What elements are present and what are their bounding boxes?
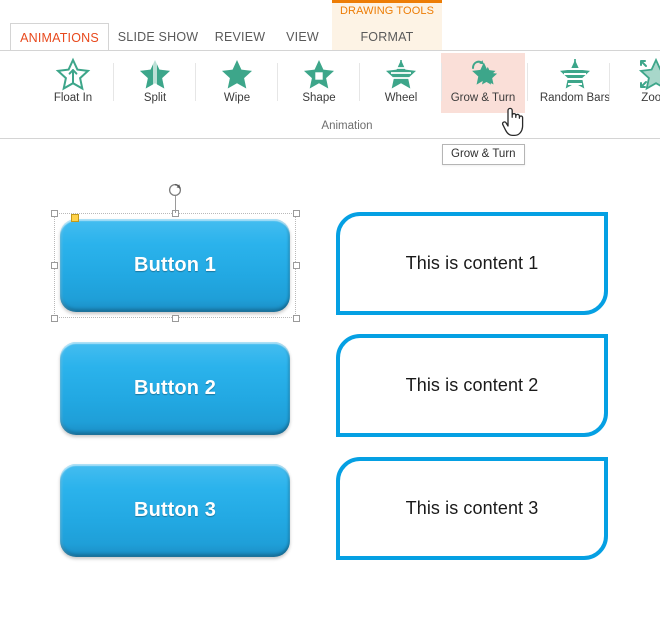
gallery-item-n[interactable]: n: [0, 53, 20, 113]
content-box-3[interactable]: This is content 3: [336, 457, 608, 560]
gallery-item-icon: [0, 53, 20, 91]
gallery-item-label: Random Bars: [539, 92, 611, 104]
content-box-label: This is content 2: [405, 375, 539, 395]
resize-handle-s[interactable]: [171, 314, 179, 322]
resize-handle-n[interactable]: [171, 209, 179, 217]
gallery-separator: [277, 63, 278, 101]
ribbon: DRAWING TOOLS ANIMATIONS SLIDE SHOW REVIEW…: [0, 0, 660, 254]
animation-effects-gallery[interactable]: n Float In Split Wipe Shape Wheel Grow & Turn R…: [0, 53, 660, 115]
resize-handle-ne[interactable]: [292, 209, 300, 217]
slide-canvas[interactable]: Button 1 Button 2 Button 3 This is content …: [0, 146, 660, 622]
gallery-separator: [441, 63, 442, 101]
resize-handle-se[interactable]: [292, 314, 300, 322]
gallery-item-label: Float In: [53, 92, 93, 104]
gallery-item-label: Zoom: [641, 92, 660, 104]
tab-label: ANIMATIONS: [20, 31, 99, 45]
content-box-2[interactable]: This is content 2: [336, 334, 608, 437]
gallery-item-shape[interactable]: Shape: [277, 53, 361, 113]
ribbon-tab-row: ANIMATIONS SLIDE SHOW REVIEW VIEW FORMAT: [0, 23, 660, 51]
gallery-item-label: Wipe: [223, 92, 251, 104]
gallery-item-grow-turn[interactable]: Grow & Turn: [441, 53, 525, 113]
slide-shape-button-2[interactable]: Button 2: [60, 342, 290, 435]
slide-shape-button-1[interactable]: Button 1: [60, 219, 290, 312]
gallery-separator: [359, 63, 360, 101]
gallery-item-split[interactable]: Split: [113, 53, 197, 113]
gallery-item-icon: [441, 53, 525, 91]
gallery-tooltip: Grow & Turn: [442, 144, 525, 165]
star-random-bars-icon: [560, 58, 590, 88]
gallery-item-icon: [533, 53, 617, 91]
contextual-tab-title: DRAWING TOOLS: [340, 5, 434, 17]
tab-animations[interactable]: ANIMATIONS: [10, 23, 109, 51]
gallery-separator: [195, 63, 196, 101]
gallery-item-zoom[interactable]: Zoom: [614, 53, 660, 113]
gallery-item-wipe[interactable]: Wipe: [195, 53, 279, 113]
gallery-item-icon: [31, 53, 115, 91]
contextual-tab-accent-bar: [332, 0, 442, 3]
tab-row-underline: [0, 50, 660, 51]
gallery-separator: [113, 63, 114, 101]
gallery-item-icon: [359, 53, 443, 91]
star-shape-icon: [304, 59, 334, 88]
resize-handle-nw[interactable]: [50, 209, 58, 217]
star-wheel-icon: [386, 59, 416, 88]
tab-label: REVIEW: [214, 30, 266, 44]
tab-review[interactable]: REVIEW: [207, 23, 273, 51]
slide-shape-label: Button 1: [134, 254, 216, 276]
gallery-item-label: Grow & Turn: [450, 92, 516, 104]
gallery-item-label: Split: [143, 92, 167, 104]
tab-label: VIEW: [286, 30, 319, 44]
slide-shape-label: Button 2: [134, 377, 216, 399]
star-wipe-icon: [222, 59, 252, 88]
gallery-item-icon: [113, 53, 197, 91]
content-box-label: This is content 1: [405, 253, 539, 273]
resize-handle-w[interactable]: [50, 262, 58, 269]
gallery-item-float-in[interactable]: Float In: [31, 53, 115, 113]
gallery-item-label: Wheel: [384, 92, 418, 104]
ribbon-bottom-border: [0, 138, 660, 139]
star-split-icon: [140, 59, 170, 88]
content-box-label: This is content 3: [405, 498, 539, 518]
gallery-item-icon: [614, 53, 660, 91]
tab-label: FORMAT: [360, 30, 414, 44]
gallery-item-label: n: [0, 91, 20, 105]
star-grow-turn-icon: [472, 59, 498, 85]
gallery-item-random-bars[interactable]: Random Bars: [533, 53, 617, 113]
animation-group-label: Animation: [321, 120, 373, 132]
gallery-separator: [609, 63, 610, 101]
gallery-item-icon: [277, 53, 361, 91]
gallery-item-label: Shape: [302, 92, 336, 104]
star-zoom-icon: [638, 57, 660, 90]
star-float-in-icon: [55, 57, 91, 90]
tab-label: SLIDE SHOW: [117, 30, 199, 44]
tab-view[interactable]: VIEW: [277, 23, 328, 51]
rotation-handle-stem: [175, 196, 176, 213]
tab-format[interactable]: FORMAT: [332, 23, 442, 51]
slide-shape-button-3[interactable]: Button 3: [60, 464, 290, 557]
resize-handle-sw[interactable]: [50, 314, 58, 322]
resize-handle-e[interactable]: [292, 262, 300, 269]
content-box-1[interactable]: This is content 1: [336, 212, 608, 315]
gallery-item-icon: [195, 53, 279, 91]
gallery-item-wheel[interactable]: Wheel: [359, 53, 443, 113]
tab-slide-show[interactable]: SLIDE SHOW: [113, 23, 203, 51]
gallery-separator: [527, 63, 528, 101]
ribbon-group-footer: Animation: [0, 116, 660, 254]
rotation-handle-icon[interactable]: [167, 182, 183, 198]
slide-shape-label: Button 3: [134, 499, 216, 521]
